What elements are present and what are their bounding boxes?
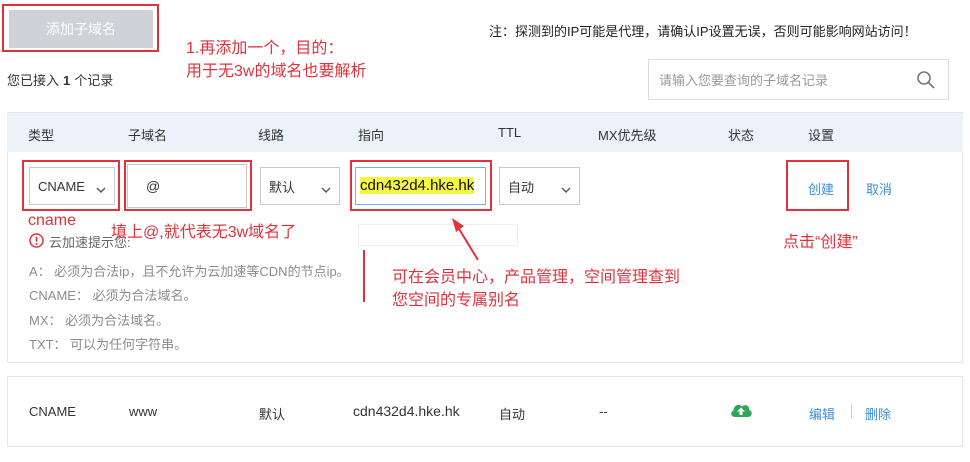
line-value: 默认 [269,179,296,195]
cloud-upload-icon[interactable] [729,401,753,422]
search-input[interactable] [659,69,909,91]
search-icon[interactable] [916,70,936,93]
annotation-box-subdomain [124,160,252,211]
divider [851,404,852,418]
header-type: 类型 [28,128,55,143]
record-count-suffix: 个记录 [74,73,114,88]
row-line: 默认 [259,407,286,422]
line-select[interactable]: 默认 [260,167,340,205]
edit-link[interactable]: 编辑 [809,404,835,423]
header-status: 状态 [728,128,755,143]
hint-txt: TXT： 可以为任何字符串。 [29,337,188,352]
annotation-cname: cname [28,212,77,229]
row-subdomain: www [129,404,158,419]
delete-link[interactable]: 删除 [865,404,891,423]
annotation-step1-line2: 用于无3w的域名也要解析 [186,63,367,80]
annotation-click-create: 点击“创建” [783,234,858,251]
annotation-step1-line1: 1.再添加一个，目的： [186,40,344,57]
subdomain-search[interactable] [648,59,949,100]
annotation-box-type [22,160,120,211]
annotation-box-add-button [2,4,159,52]
hint-title: 云加速提示您: [49,235,131,250]
annotation-fill-at: 填上@,就代表无3w域名了 [111,224,297,241]
row-mx: -- [599,404,608,419]
table-row: CNAME www 默认 cdn432d4.hke.hk 自动 -- 编辑 删除 [7,376,963,447]
header-mx-priority: MX优先级 [598,128,657,143]
header-line: 线路 [258,128,285,143]
record-count: 您已接入 1 个记录 [7,70,113,89]
row-type: CNAME [29,404,76,419]
annotation-arrow [452,218,479,261]
table-header: 类型 子域名 线路 指向 TTL MX优先级 状态 设置 [7,112,963,152]
annotation-target-line2: 您空间的专属别名 [392,292,521,309]
ip-notice: 注：探测到的IP可能是代理，请确认IP设置无误，否则可能影响网站访问！ [489,24,917,39]
header-settings: 设置 [808,128,835,143]
target-suggestion-box [358,224,518,246]
record-count-prefix: 您已接入 [7,73,60,88]
hint-mx: MX： 必须为合法域名。 [29,313,170,328]
annotation-target-line1: 可在会员中心，产品管理，空间管理查到 [392,269,681,286]
annotation-box-create [786,160,849,211]
annotation-box-target-note [363,250,366,302]
hint-a: A： 必须为合法ip，且不允许为云加速等CDN的节点ip。 [29,264,350,279]
row-ttl: 自动 [499,407,526,422]
ttl-value: 自动 [508,179,535,195]
row-target: cdn432d4.hke.hk [353,403,460,419]
hint-cname: CNAME： 必须为合法域名。 [29,288,197,303]
header-subdomain: 子域名 [128,128,168,143]
annotation-box-target [350,160,492,211]
record-count-number: 1 [63,73,71,88]
header-ttl: TTL [498,125,522,140]
ttl-select[interactable]: 自动 [499,167,580,205]
warning-icon [29,232,44,251]
chevron-down-icon [561,182,571,197]
cancel-button[interactable]: 取消 [866,179,892,198]
header-target: 指向 [358,128,385,143]
chevron-down-icon [321,182,331,197]
hint-title-row: 云加速提示您: [29,232,131,251]
